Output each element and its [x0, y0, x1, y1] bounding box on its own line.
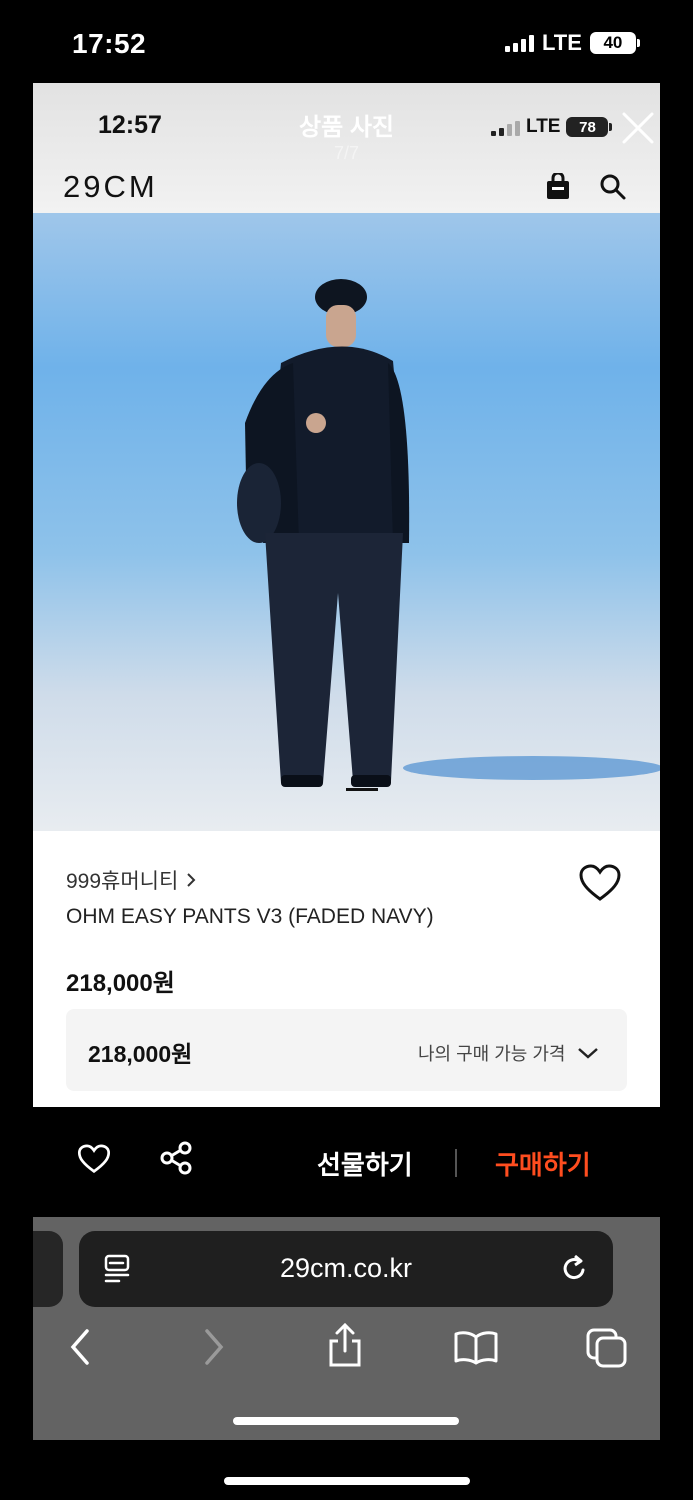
brand-link[interactable]: 999휴머니티 [66, 865, 196, 895]
product-price: 218,000원 [66, 970, 175, 997]
my-price-toggle[interactable]: 나의 구매 가능 가격 [418, 1040, 599, 1066]
photo-page-indicator [346, 788, 378, 791]
product-photo[interactable] [33, 213, 660, 831]
home-indicator [233, 1417, 459, 1425]
signal-icon [505, 34, 534, 52]
address-bar[interactable]: 29cm.co.kr [79, 1231, 613, 1307]
shopping-bag-icon[interactable] [545, 173, 571, 201]
inner-status-indicators: LTE 78 [491, 116, 613, 138]
forward-icon[interactable] [201, 1327, 227, 1367]
url-text: 29cm.co.kr [279, 1253, 413, 1283]
battery-icon: 40 [589, 32, 640, 54]
battery-level: 40 [603, 33, 623, 52]
status-time: 17:52 [72, 28, 147, 59]
chevron-down-icon [578, 1048, 599, 1059]
reload-icon[interactable] [559, 1252, 591, 1284]
buy-button[interactable]: 구매하기 [495, 1145, 591, 1182]
gift-button[interactable]: 선물하기 [317, 1145, 413, 1182]
photo-counter: 7/7 [333, 143, 360, 163]
close-icon[interactable] [621, 111, 655, 145]
my-price-label: 나의 구매 가능 가격 [418, 1044, 566, 1064]
heart-icon[interactable] [578, 863, 622, 903]
inner-network-label: LTE [526, 116, 561, 137]
signal-icon [491, 118, 520, 136]
divider [455, 1149, 457, 1177]
product-name: OHM EASY PANTS V3 (FADED NAVY) [66, 905, 434, 928]
battery-icon: 78 [566, 117, 613, 137]
heart-icon[interactable] [77, 1143, 111, 1175]
model-figure [237, 279, 660, 787]
my-price-box[interactable]: 218,000원 나의 구매 가능 가격 [66, 1009, 627, 1091]
screenshot-viewer: 12:57 상품 사진 7/7 LTE 78 29CM 999휴머니티 OHM … [33, 83, 660, 1440]
browser-toolbar: 29cm.co.kr [33, 1217, 660, 1440]
previous-tab-stub[interactable] [33, 1231, 63, 1307]
site-logo[interactable]: 29CM [63, 169, 158, 205]
chevron-right-icon [187, 873, 196, 887]
home-indicator [224, 1477, 470, 1485]
purchase-action-bar: 선물하기 구매하기 [33, 1107, 660, 1217]
brand-name: 999휴머니티 [66, 870, 179, 893]
back-icon[interactable] [67, 1327, 93, 1367]
network-label: LTE [542, 30, 582, 55]
search-icon[interactable] [599, 173, 627, 201]
inner-battery-level: 78 [579, 118, 596, 136]
tabs-icon[interactable] [585, 1327, 629, 1369]
share-icon[interactable] [159, 1141, 193, 1175]
status-indicators: LTE 40 [505, 30, 640, 56]
my-price-value: 218,000원 [88, 1041, 193, 1067]
bookmarks-icon[interactable] [453, 1329, 499, 1365]
share-sheet-icon[interactable] [325, 1321, 365, 1369]
